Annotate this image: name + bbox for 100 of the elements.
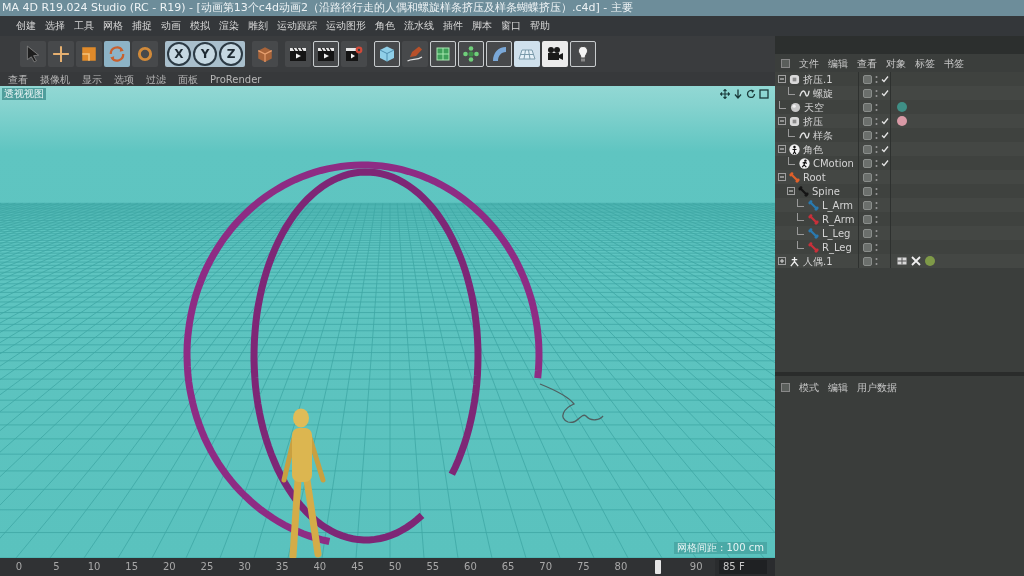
panel-menu-item[interactable]: 查看 [857,56,877,70]
timeline-ruler[interactable]: 0 5 10 15 20 25 30 35 40 45 50 55 60 65 70 75 80 90 [0,558,715,576]
viewport-menu-item[interactable]: ProRender [210,72,262,86]
helix-ribbon[interactable] [183,161,543,545]
axis-lock-button[interactable]: Z [219,42,243,66]
coordinates-button[interactable] [252,41,278,67]
ball-icon[interactable] [925,256,935,266]
panel-menu-icon[interactable] [781,382,790,392]
object-row[interactable]: L_Arm [775,198,1024,212]
visibility-dots-icon[interactable] [875,228,878,238]
viewport-menu-item[interactable]: 查看 [8,72,28,86]
visibility-dots-icon[interactable] [875,172,878,182]
ball-icon[interactable] [897,102,907,112]
object-row[interactable]: 挤压.1 [775,72,1024,86]
check-icon[interactable] [881,131,889,139]
panel-menu-item[interactable]: 用户数据 [857,380,897,394]
checker-icon[interactable] [897,256,907,266]
viewport-menu-item[interactable]: 选项 [114,72,134,86]
menu-item[interactable]: 模拟 [190,19,210,33]
viewport-menu-item[interactable]: 面板 [178,72,198,86]
minus-box-icon[interactable] [778,75,786,83]
object-row[interactable]: R_Leg [775,240,1024,254]
object-row[interactable]: 角色 [775,142,1024,156]
minus-box-icon[interactable] [787,187,795,195]
ball-icon[interactable] [897,116,907,126]
menu-item[interactable]: 选择 [45,19,65,33]
plus-box-icon[interactable] [778,257,786,265]
visibility-dots-icon[interactable] [875,158,878,168]
axis-lock-button[interactable]: X [167,42,191,66]
panel-menu-item[interactable]: 对象 [886,56,906,70]
menu-item[interactable]: 运动图形 [326,19,366,33]
tool-button[interactable] [48,41,74,67]
menu-item[interactable]: 角色 [375,19,395,33]
minus-box-icon[interactable] [778,145,786,153]
tool-button[interactable] [20,41,46,67]
menu-item[interactable]: 运动跟踪 [277,19,317,33]
visibility-dots-icon[interactable] [875,130,878,140]
object-row[interactable]: Spine [775,184,1024,198]
check-icon[interactable] [881,117,889,125]
panel-menu-item[interactable]: 编辑 [828,56,848,70]
object-row[interactable]: L_Leg [775,226,1024,240]
object-row[interactable]: 天空 [775,100,1024,114]
minus-box-icon[interactable] [778,173,786,181]
visibility-dots-icon[interactable] [875,144,878,154]
visibility-dots-icon[interactable] [875,116,878,126]
down-arrow-icon[interactable] [733,89,743,99]
check-icon[interactable] [881,75,889,83]
check-icon[interactable] [881,159,889,167]
menu-item[interactable]: 渲染 [219,19,239,33]
object-row[interactable]: Root [775,170,1024,184]
render-button[interactable] [313,41,339,67]
panel-menu-item[interactable]: 模式 [799,380,819,394]
toolbar-button[interactable] [570,41,596,67]
panel-menu-item[interactable]: 书签 [944,56,964,70]
object-row[interactable]: 样条 [775,128,1024,142]
visibility-dots-icon[interactable] [875,242,878,252]
panel-menu-icon[interactable] [781,58,790,68]
visibility-dots-icon[interactable] [875,214,878,224]
mannequin-drawing[interactable] [281,408,326,558]
panel-menu-item[interactable]: 编辑 [828,380,848,394]
object-row[interactable]: 人偶.1 [775,254,1024,268]
viewport-menu-item[interactable]: 摄像机 [40,72,70,86]
panel-menu-item[interactable]: 文件 [799,56,819,70]
object-row[interactable]: 螺旋 [775,86,1024,100]
check-icon[interactable] [881,145,889,153]
panel-menu-item[interactable]: 标签 [915,56,935,70]
menu-item[interactable]: 帮助 [530,19,550,33]
tool-button[interactable] [76,41,102,67]
minus-box-icon[interactable] [778,117,786,125]
visibility-dots-icon[interactable] [875,186,878,196]
axis-lock-button[interactable]: Y [193,42,217,66]
x-cross-icon[interactable] [911,256,921,266]
menu-item[interactable]: 流水线 [404,19,434,33]
menu-item[interactable]: 插件 [443,19,463,33]
circle-arrow-icon[interactable] [746,89,756,99]
menu-item[interactable]: 创建 [16,19,36,33]
object-row[interactable]: R_Arm [775,212,1024,226]
check-icon[interactable] [881,89,889,97]
square-icon[interactable] [759,89,769,99]
menu-item[interactable]: 脚本 [472,19,492,33]
menu-item[interactable]: 网格 [103,19,123,33]
butterfly-spline[interactable] [539,383,604,424]
visibility-dots-icon[interactable] [875,200,878,210]
menu-item[interactable]: 捕捉 [132,19,152,33]
visibility-dots-icon[interactable] [875,102,878,112]
current-frame-field[interactable]: 85 F [719,560,767,574]
playhead-handle[interactable] [655,560,662,574]
object-row[interactable]: CMotion [775,156,1024,170]
visibility-dots-icon[interactable] [875,74,878,84]
tool-button[interactable] [132,41,158,67]
menu-item[interactable]: 雕刻 [248,19,268,33]
render-button[interactable] [341,41,367,67]
render-button[interactable] [285,41,311,67]
toolbar-button[interactable] [542,41,568,67]
visibility-dots-icon[interactable] [875,256,878,266]
viewport-menu-item[interactable]: 过滤 [146,72,166,86]
menu-item[interactable]: 工具 [74,19,94,33]
menu-item[interactable]: 窗口 [501,19,521,33]
object-row[interactable]: 挤压 [775,114,1024,128]
visibility-dots-icon[interactable] [875,88,878,98]
